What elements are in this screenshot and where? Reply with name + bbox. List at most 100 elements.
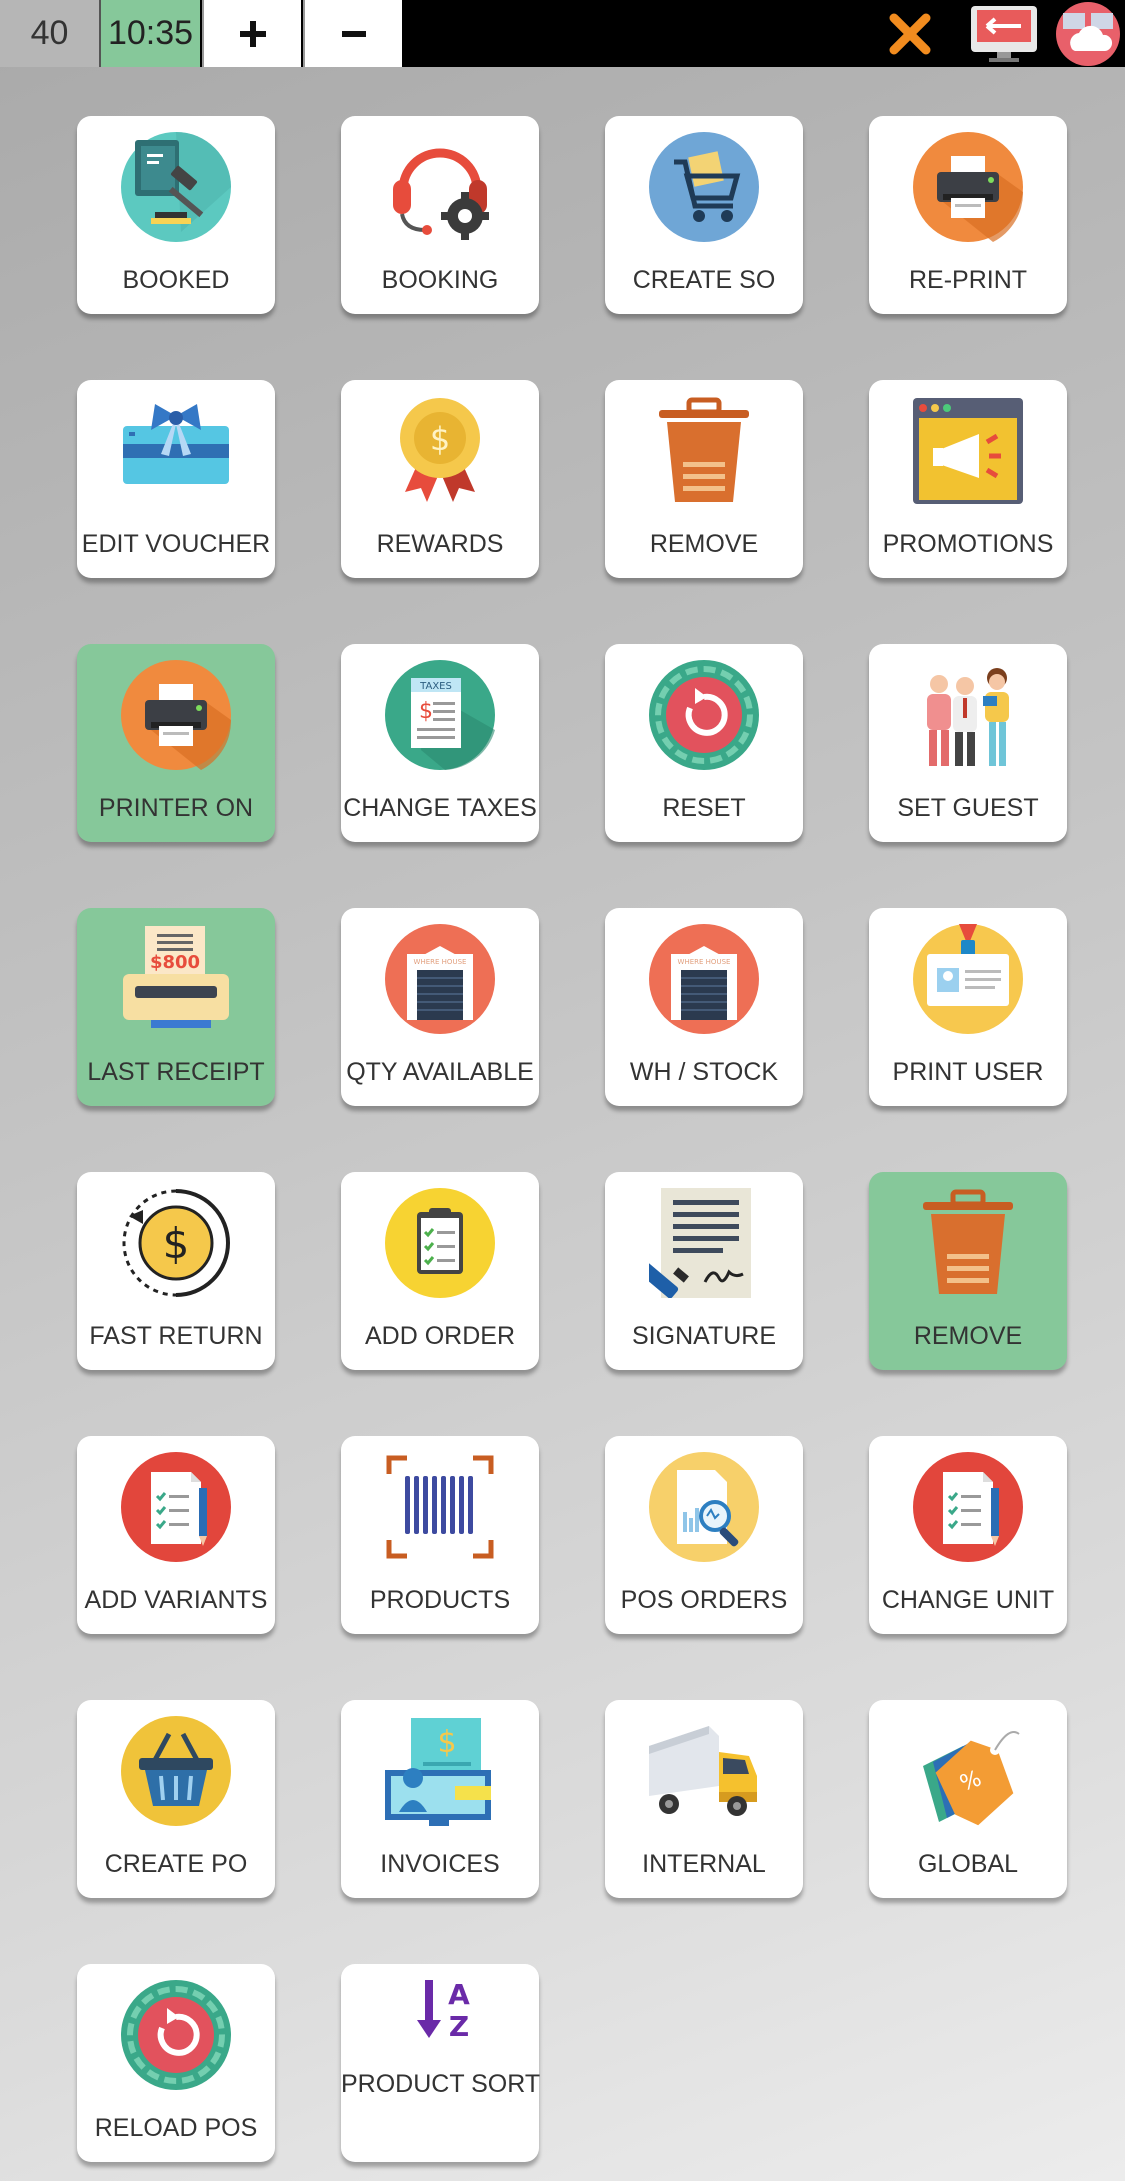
global-button[interactable]: % GLOBAL [869, 1700, 1067, 1898]
tile-label: PRODUCT SORT [341, 2070, 541, 2098]
add-order-button[interactable]: ADD ORDER [341, 1172, 539, 1370]
checklist-icon [121, 1452, 231, 1562]
tile-label: CHANGE UNIT [881, 1586, 1055, 1614]
basket-icon [121, 1716, 231, 1826]
tile-label: EDIT VOUCHER [81, 530, 271, 558]
tile-label: PROMOTIONS [882, 530, 1054, 558]
reward-medal-icon: $ [385, 396, 495, 506]
headset-icon [385, 132, 495, 242]
svg-text:WHERE HOUSE: WHERE HOUSE [678, 958, 731, 966]
id-badge-icon [913, 924, 1023, 1034]
tile-label: SET GUEST [897, 794, 1039, 822]
tile-label: RESET [662, 794, 746, 822]
signature-icon [637, 1188, 759, 1299]
guests-icon [913, 660, 1023, 770]
tile-label: GLOBAL [917, 1850, 1019, 1878]
print-user-button[interactable]: PRINT USER [869, 908, 1067, 1106]
pos-orders-button[interactable]: POS ORDERS [605, 1436, 803, 1634]
reset-icon [121, 1980, 231, 2090]
warehouse-icon: WHERE HOUSE [649, 924, 759, 1034]
order-count: 40 [0, 0, 99, 67]
tile-label: RELOAD POS [94, 2114, 258, 2142]
set-guest-button[interactable]: SET GUEST [869, 644, 1067, 842]
tile-label: INVOICES [380, 1850, 500, 1878]
booked-icon [121, 132, 231, 242]
tile-label: QTY AVAILABLE [346, 1058, 534, 1086]
internal-button[interactable]: INTERNAL [605, 1700, 803, 1898]
tile-label: PRINT USER [892, 1058, 1044, 1086]
svg-text:TAXES: TAXES [419, 681, 452, 692]
checklist-icon [913, 1452, 1023, 1562]
tile-label: CREATE PO [104, 1850, 248, 1878]
clipboard-icon [385, 1188, 495, 1298]
products-button[interactable]: PRODUCTS [341, 1436, 539, 1634]
booked-button[interactable]: BOOKED [77, 116, 275, 314]
remove-button[interactable]: REMOVE [869, 1172, 1067, 1370]
svg-text:$: $ [419, 699, 433, 724]
cloud-sync-button[interactable] [1050, 0, 1125, 67]
svg-text:$: $ [430, 420, 450, 458]
svg-text:$: $ [437, 1725, 456, 1760]
tile-label: FAST RETURN [89, 1322, 263, 1350]
tile-label: POS ORDERS [620, 1586, 788, 1614]
add-variants-button[interactable]: ADD VARIANTS [77, 1436, 275, 1634]
exit-screen-button[interactable] [967, 0, 1040, 67]
reset-button[interactable]: RESET [605, 644, 803, 842]
tile-label: ADD VARIANTS [84, 1586, 268, 1614]
remove-button[interactable]: REMOVE [605, 380, 803, 578]
truck-icon [649, 1716, 759, 1826]
tile-label: BOOKING [381, 266, 499, 294]
warehouse-icon: WHERE HOUSE [385, 924, 495, 1034]
tile-label: REMOVE [649, 530, 759, 558]
rewards-button[interactable]: $ REWARDS [341, 380, 539, 578]
tile-label: LAST RECEIPT [87, 1058, 265, 1086]
trash-icon [913, 1188, 1023, 1298]
invoice-icon: $ [385, 1716, 495, 1826]
wh-stock-button[interactable]: WHERE HOUSE WH / STOCK [605, 908, 803, 1106]
change-unit-button[interactable]: CHANGE UNIT [869, 1436, 1067, 1634]
zoom-in-button[interactable] [202, 0, 301, 67]
tile-label: SIGNATURE [632, 1322, 776, 1350]
close-button[interactable] [870, 0, 950, 67]
printer-icon [121, 660, 232, 770]
create-so-button[interactable]: CREATE SO [605, 116, 803, 314]
product-sort-button[interactable]: A Z PRODUCT SORT [341, 1964, 541, 2162]
signature-button[interactable]: SIGNATURE [605, 1172, 803, 1370]
promotions-button[interactable]: PROMOTIONS [869, 380, 1067, 578]
barcode-icon [385, 1452, 495, 1562]
price-tag-icon: % [913, 1716, 1023, 1826]
tile-label: REMOVE [913, 1322, 1023, 1350]
megaphone-icon [913, 396, 1023, 506]
change-taxes-button[interactable]: TAXES $ CHANGE TAXES [341, 644, 539, 842]
svg-text:$: $ [163, 1219, 190, 1268]
reload-pos-button[interactable]: RELOAD POS [77, 1964, 275, 2162]
qty-available-button[interactable]: WHERE HOUSE QTY AVAILABLE [341, 908, 539, 1106]
tile-label: RE-PRINT [908, 266, 1028, 294]
invoices-button[interactable]: $ INVOICES [341, 1700, 539, 1898]
edit-voucher-button[interactable]: EDIT VOUCHER [77, 380, 275, 578]
tile-label: INTERNAL [642, 1850, 766, 1878]
report-search-icon [649, 1452, 759, 1562]
svg-text:A: A [448, 1978, 470, 2011]
create-po-button[interactable]: CREATE PO [77, 1700, 275, 1898]
printer-on-button[interactable]: PRINTER ON [77, 644, 275, 842]
booking-button[interactable]: BOOKING [341, 116, 539, 314]
tile-label: CHANGE TAXES [343, 794, 537, 822]
tile-label: REWARDS [376, 530, 504, 558]
tile-label: PRODUCTS [369, 1586, 511, 1614]
close-icon [889, 13, 931, 54]
sort-az-icon: AZ [385, 1976, 495, 2056]
clock: 10:35 [99, 0, 200, 67]
printer-icon [913, 132, 1024, 242]
last-receipt-button[interactable]: $800 LAST RECEIPT [77, 908, 275, 1106]
svg-text:Z: Z [449, 2010, 469, 2043]
cart-icon [649, 132, 759, 242]
re-print-button[interactable]: RE-PRINT [869, 116, 1067, 314]
tile-label: WH / STOCK [629, 1058, 779, 1086]
zoom-out-button[interactable] [303, 0, 402, 67]
tile-label: BOOKED [122, 266, 230, 294]
fast-return-button[interactable]: $ FAST RETURN [77, 1172, 275, 1370]
receipt-icon: $800 [121, 924, 231, 1034]
tile-label: CREATE SO [632, 266, 776, 294]
top-bar: 40 10:35 [0, 0, 1125, 67]
